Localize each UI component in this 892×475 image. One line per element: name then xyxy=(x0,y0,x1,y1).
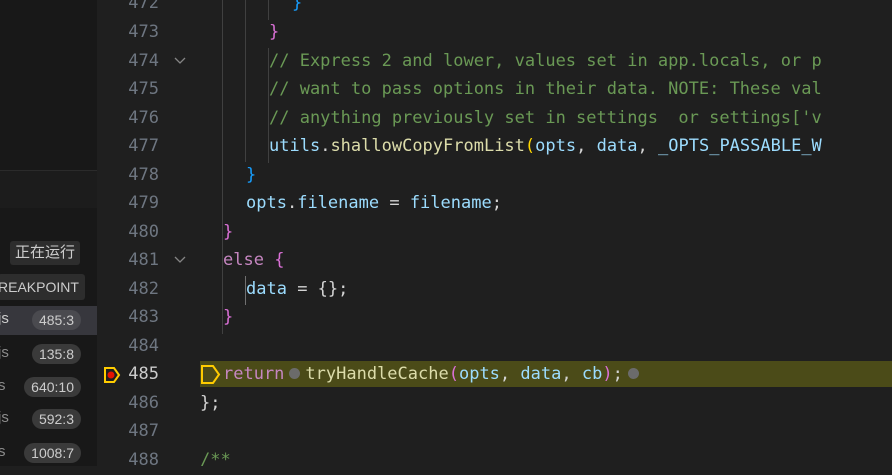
code-line: } xyxy=(269,22,280,42)
code-line: } xyxy=(246,165,257,185)
call-stack-frame[interactable]: js 592:3 xyxy=(0,405,97,434)
line-number: 478 xyxy=(128,165,159,185)
code-editor[interactable]: } } // Express 2 and lower, values set i… xyxy=(200,0,892,466)
line-number: 474 xyxy=(128,51,159,71)
code-line-comment: // anything previously set in settings o… xyxy=(269,108,822,128)
call-stack-frame-file: s xyxy=(0,443,6,460)
line-number: 487 xyxy=(128,421,159,441)
call-stack-frame[interactable]: js 135:8 xyxy=(0,340,97,369)
indent-guide xyxy=(268,0,269,20)
line-number: 483 xyxy=(128,307,159,327)
call-stack-frame[interactable]: s 640:10 xyxy=(0,373,97,402)
code-line: }; xyxy=(200,393,221,413)
code-line: } xyxy=(292,0,303,13)
indent-guide xyxy=(245,0,246,162)
code-line-comment: /** xyxy=(200,450,231,466)
call-stack-frame-file: js xyxy=(0,310,9,327)
code-line-current: return tryHandleCache(opts, data, cb); xyxy=(223,360,644,389)
call-stack-frame[interactable]: js 485:3 xyxy=(0,306,97,335)
editor-gutter[interactable]: 472 473 474 475 476 477 478 479 480 481 … xyxy=(97,0,200,470)
inline-breakpoint-icon[interactable] xyxy=(289,367,301,379)
call-stack-frame[interactable]: s 1008:7 xyxy=(0,439,97,466)
code-line: else { xyxy=(223,250,285,270)
line-number: 477 xyxy=(128,136,159,156)
code-line: } xyxy=(223,222,234,242)
line-number: 472 xyxy=(128,0,159,13)
call-stack-frame-file: s xyxy=(0,377,6,394)
line-number: 481 xyxy=(128,250,159,270)
call-stack-frame-position: 640:10 xyxy=(24,377,81,397)
chevron-down-icon[interactable] xyxy=(173,246,187,275)
line-number: 479 xyxy=(128,193,159,213)
line-number: 488 xyxy=(128,450,159,470)
code-line: } xyxy=(223,307,234,327)
chevron-down-icon[interactable] xyxy=(173,47,187,76)
call-stack-frame-file: js xyxy=(0,344,9,361)
code-line-comment: // want to pass options in their data. N… xyxy=(269,79,822,99)
line-number: 475 xyxy=(128,79,159,99)
indent-guide xyxy=(222,0,223,334)
running-status-badge: 正在运行 xyxy=(10,241,81,265)
code-line-comment: // Express 2 and lower, values set in ap… xyxy=(269,51,822,71)
line-number: 486 xyxy=(128,393,159,413)
breakpoint-current-icon[interactable] xyxy=(103,366,121,384)
line-number: 480 xyxy=(128,222,159,242)
call-stack-frame-file: js xyxy=(0,409,9,426)
code-line: opts.filename = filename; xyxy=(246,193,502,213)
inline-breakpoint-icon[interactable] xyxy=(627,367,639,379)
line-number: 482 xyxy=(128,279,159,299)
code-line: utils.shallowCopyFromList(opts, data, _O… xyxy=(269,136,822,156)
current-line-arrow-icon xyxy=(201,365,221,384)
call-stack-frame-position: 1008:7 xyxy=(24,443,81,463)
call-stack-frame-position: 135:8 xyxy=(31,344,81,364)
line-number: 473 xyxy=(128,22,159,42)
line-number: 484 xyxy=(128,336,159,356)
call-stack-frame-position: 485:3 xyxy=(31,310,81,330)
sidebar-section-header[interactable] xyxy=(0,171,97,208)
debug-sidebar: 正在运行 REAKPOINT js 485:3 js 135:8 s 640:1… xyxy=(0,0,97,466)
call-stack-frame-position: 592:3 xyxy=(31,409,81,429)
breakpoint-paused-badge: REAKPOINT xyxy=(0,274,85,300)
line-number: 476 xyxy=(128,108,159,128)
code-line: data = {}; xyxy=(246,279,349,299)
